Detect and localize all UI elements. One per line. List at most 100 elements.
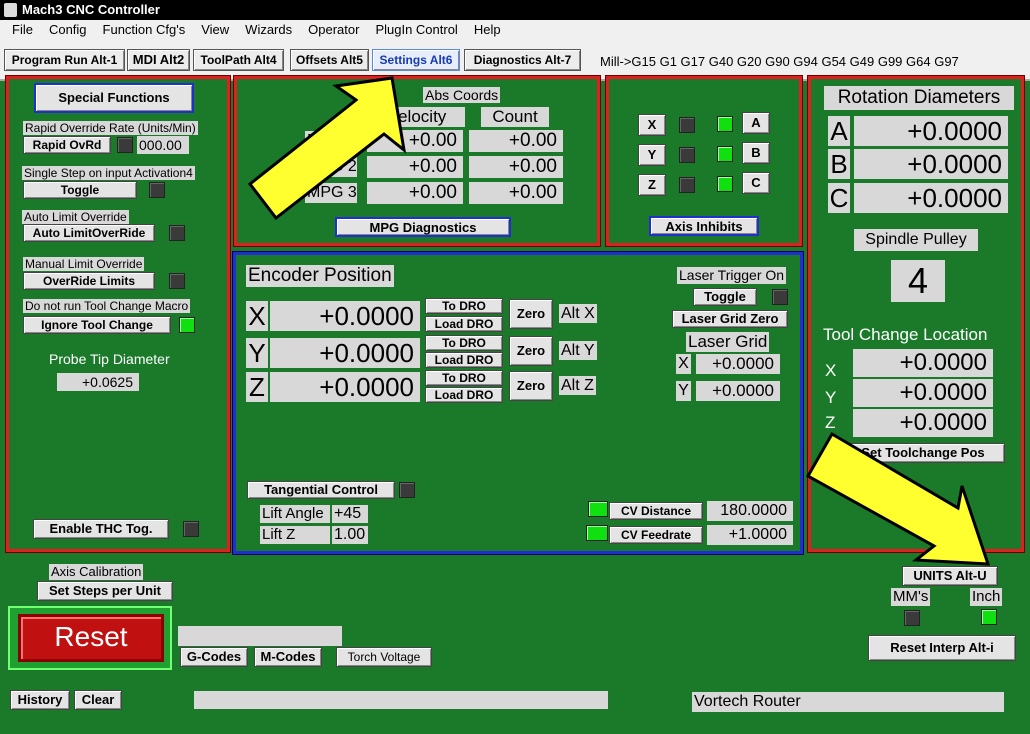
tangential-control-button[interactable]: Tangential Control xyxy=(247,481,395,499)
cv-feedrate-button[interactable]: CV Feedrate xyxy=(609,526,703,544)
laser-grid-label: Laser Grid xyxy=(686,332,770,352)
inhibit-y-led xyxy=(679,147,695,163)
menu-view[interactable]: View xyxy=(193,20,237,40)
reset-interp-button[interactable]: Reset Interp Alt-i xyxy=(868,635,1016,661)
set-toolchange-pos-button[interactable]: Set Toolchange Pos xyxy=(841,443,1005,463)
tcl-z-label: Z xyxy=(825,413,836,432)
encoder-x-load-dro-button[interactable]: Load DRO xyxy=(425,316,503,332)
mpg1-velocity: +0.00 xyxy=(367,130,463,152)
encoder-z-load-dro-button[interactable]: Load DRO xyxy=(425,387,503,403)
tab-program-run[interactable]: Program Run Alt-1 xyxy=(4,49,125,71)
enable-thc-toggle-button[interactable]: Enable THC Tog. xyxy=(33,519,169,539)
encoder-z-zero-button[interactable]: Zero xyxy=(509,371,553,401)
g-codes-button[interactable]: G-Codes xyxy=(180,647,248,667)
torch-voltage-button[interactable]: Torch Voltage xyxy=(336,647,432,667)
tab-offsets[interactable]: Offsets Alt5 xyxy=(290,49,369,71)
mpg-diagnostics-button[interactable]: MPG Diagnostics xyxy=(335,217,511,237)
mpg1-count: +0.00 xyxy=(469,130,563,152)
encoder-y-zero-button[interactable]: Zero xyxy=(509,336,553,366)
encoder-z-value[interactable]: +0.0000 xyxy=(270,372,420,402)
cv-distance-button[interactable]: CV Distance xyxy=(609,502,703,520)
abs-coords-label: Abs Coords xyxy=(423,87,501,103)
encoder-y-value[interactable]: +0.0000 xyxy=(270,338,420,368)
menu-file[interactable]: File xyxy=(4,20,41,40)
inhibit-a-button[interactable]: A xyxy=(742,112,770,134)
tcl-z-value[interactable]: +0.0000 xyxy=(853,409,993,437)
ignore-tool-change-button[interactable]: Ignore Tool Change xyxy=(23,316,171,334)
lift-z-value[interactable]: 1.00 xyxy=(332,526,368,544)
tool-change-location-title: Tool Change Location xyxy=(823,325,988,344)
encoder-y-to-dro-button[interactable]: To DRO xyxy=(425,335,503,351)
rapid-override-value[interactable]: 000.00 xyxy=(137,136,189,154)
special-functions-button[interactable]: Special Functions xyxy=(34,83,194,113)
encoder-y-load-dro-button[interactable]: Load DRO xyxy=(425,352,503,368)
encoder-x-value[interactable]: +0.0000 xyxy=(270,301,420,331)
rotation-diameters-title: Rotation Diameters xyxy=(824,86,1014,110)
history-button[interactable]: History xyxy=(10,690,70,710)
cv-distance-value[interactable]: 180.0000 xyxy=(707,501,793,521)
inhibit-x-button[interactable]: X xyxy=(638,114,666,136)
encoder-z-to-dro-button[interactable]: To DRO xyxy=(425,370,503,386)
reset-button[interactable]: Reset xyxy=(18,614,164,662)
tangential-led xyxy=(399,482,415,498)
menu-config[interactable]: Config xyxy=(41,20,95,40)
encoder-position-title: Encoder Position xyxy=(246,265,394,287)
mpg2-velocity: +0.00 xyxy=(367,156,463,178)
lift-angle-value[interactable]: +45 xyxy=(332,505,368,523)
clear-button[interactable]: Clear xyxy=(74,690,122,710)
encoder-x-axis-label: X xyxy=(246,301,268,331)
laser-y-label: Y xyxy=(676,381,691,401)
encoder-x-alt-label: Alt X xyxy=(559,304,597,323)
tool-change-macro-label: Do not run Tool Change Macro xyxy=(23,299,191,313)
rapid-override-button[interactable]: Rapid OvRd xyxy=(23,136,111,154)
tab-toolpath[interactable]: ToolPath Alt4 xyxy=(193,49,284,71)
rotation-a-label: A xyxy=(828,116,850,146)
auto-limit-led xyxy=(169,225,185,241)
encoder-x-to-dro-button[interactable]: To DRO xyxy=(425,298,503,314)
override-limits-button[interactable]: OverRide Limits xyxy=(23,272,155,290)
inhibit-c-button[interactable]: C xyxy=(742,172,770,194)
tab-mdi[interactable]: MDI Alt2 xyxy=(127,49,190,71)
single-step-toggle-button[interactable]: Toggle xyxy=(23,181,137,199)
laser-grid-x-value[interactable]: +0.0000 xyxy=(696,354,780,374)
rapid-override-label: Rapid Override Rate (Units/Min) xyxy=(23,121,198,135)
units-button[interactable]: UNITS Alt-U xyxy=(902,566,998,586)
rotation-a-value[interactable]: +0.0000 xyxy=(854,116,1008,146)
laser-toggle-button[interactable]: Toggle xyxy=(693,288,757,306)
menu-operator[interactable]: Operator xyxy=(300,20,367,40)
rotation-c-value[interactable]: +0.0000 xyxy=(854,183,1008,213)
spindle-pulley-value[interactable]: 4 xyxy=(891,260,945,302)
encoder-x-zero-button[interactable]: Zero xyxy=(509,299,553,329)
menu-wizards[interactable]: Wizards xyxy=(237,20,300,40)
menu-help[interactable]: Help xyxy=(466,20,509,40)
laser-grid-zero-button[interactable]: Laser Grid Zero xyxy=(672,310,788,328)
inhibit-y-button[interactable]: Y xyxy=(638,144,666,166)
mpg2-count: +0.00 xyxy=(469,156,563,178)
axis-inhibits-button[interactable]: Axis Inhibits xyxy=(649,216,759,236)
m-codes-button[interactable]: M-Codes xyxy=(254,647,322,667)
probe-tip-label: Probe Tip Diameter xyxy=(49,351,170,367)
inhibit-z-button[interactable]: Z xyxy=(638,174,666,196)
tab-diagnostics[interactable]: Diagnostics Alt-7 xyxy=(464,49,581,71)
rotation-diameters-panel: Rotation Diameters A +0.0000 B +0.0000 C… xyxy=(808,76,1024,552)
mpg3-velocity: +0.00 xyxy=(367,182,463,204)
cv-feedrate-value[interactable]: +1.0000 xyxy=(707,525,793,545)
probe-tip-value[interactable]: +0.0625 xyxy=(57,373,139,391)
tab-settings[interactable]: Settings Alt6 xyxy=(372,49,460,71)
status-line xyxy=(194,691,608,709)
rotation-c-label: C xyxy=(828,183,850,213)
auto-limit-override-button[interactable]: Auto LimitOverRide xyxy=(23,224,155,242)
laser-grid-y-value[interactable]: +0.0000 xyxy=(696,381,780,401)
menu-function-cfgs[interactable]: Function Cfg's xyxy=(95,20,194,40)
inhibit-b-led xyxy=(717,146,733,162)
tcl-x-value[interactable]: +0.0000 xyxy=(853,349,993,377)
laser-trigger-led xyxy=(772,289,788,305)
tcl-y-value[interactable]: +0.0000 xyxy=(853,379,993,407)
cv-distance-led xyxy=(588,501,608,517)
menu-plugin-control[interactable]: PlugIn Control xyxy=(367,20,465,40)
inhibit-b-button[interactable]: B xyxy=(742,142,770,164)
rotation-b-value[interactable]: +0.0000 xyxy=(854,149,1008,179)
set-steps-per-unit-button[interactable]: Set Steps per Unit xyxy=(37,581,173,601)
laser-x-label: X xyxy=(676,354,691,374)
mm-label: MM's xyxy=(891,588,931,606)
